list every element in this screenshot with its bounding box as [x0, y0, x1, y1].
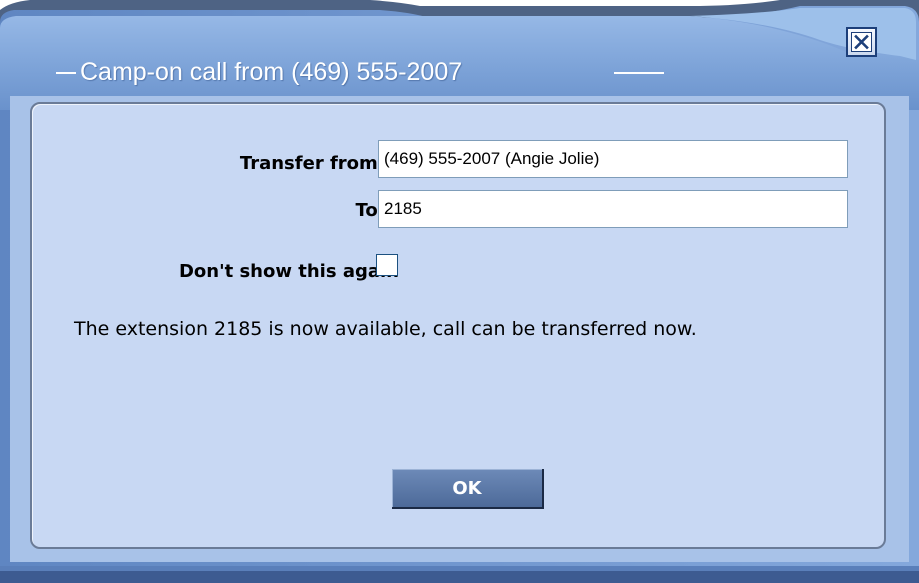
ok-button[interactable]: OK: [392, 469, 544, 509]
transfer-from-field[interactable]: [378, 140, 848, 178]
title-dash-right: [614, 72, 664, 74]
content-panel: Transfer from: To: Don't show this again…: [30, 102, 886, 549]
close-button[interactable]: [846, 27, 877, 57]
camp-on-dialog: Camp-on call from (469) 555-2007 Transfe…: [0, 0, 919, 583]
dont-show-again-checkbox[interactable]: [376, 254, 398, 276]
close-icon: [851, 32, 872, 52]
transfer-from-label: Transfer from:: [239, 153, 385, 174]
dialog-title: Camp-on call from (469) 555-2007: [80, 58, 463, 86]
status-message: The extension 2185 is now available, cal…: [74, 318, 697, 340]
title-dash-left: [56, 72, 76, 74]
dont-show-again-label: Don't show this again: [178, 261, 399, 282]
to-field[interactable]: [378, 190, 848, 228]
